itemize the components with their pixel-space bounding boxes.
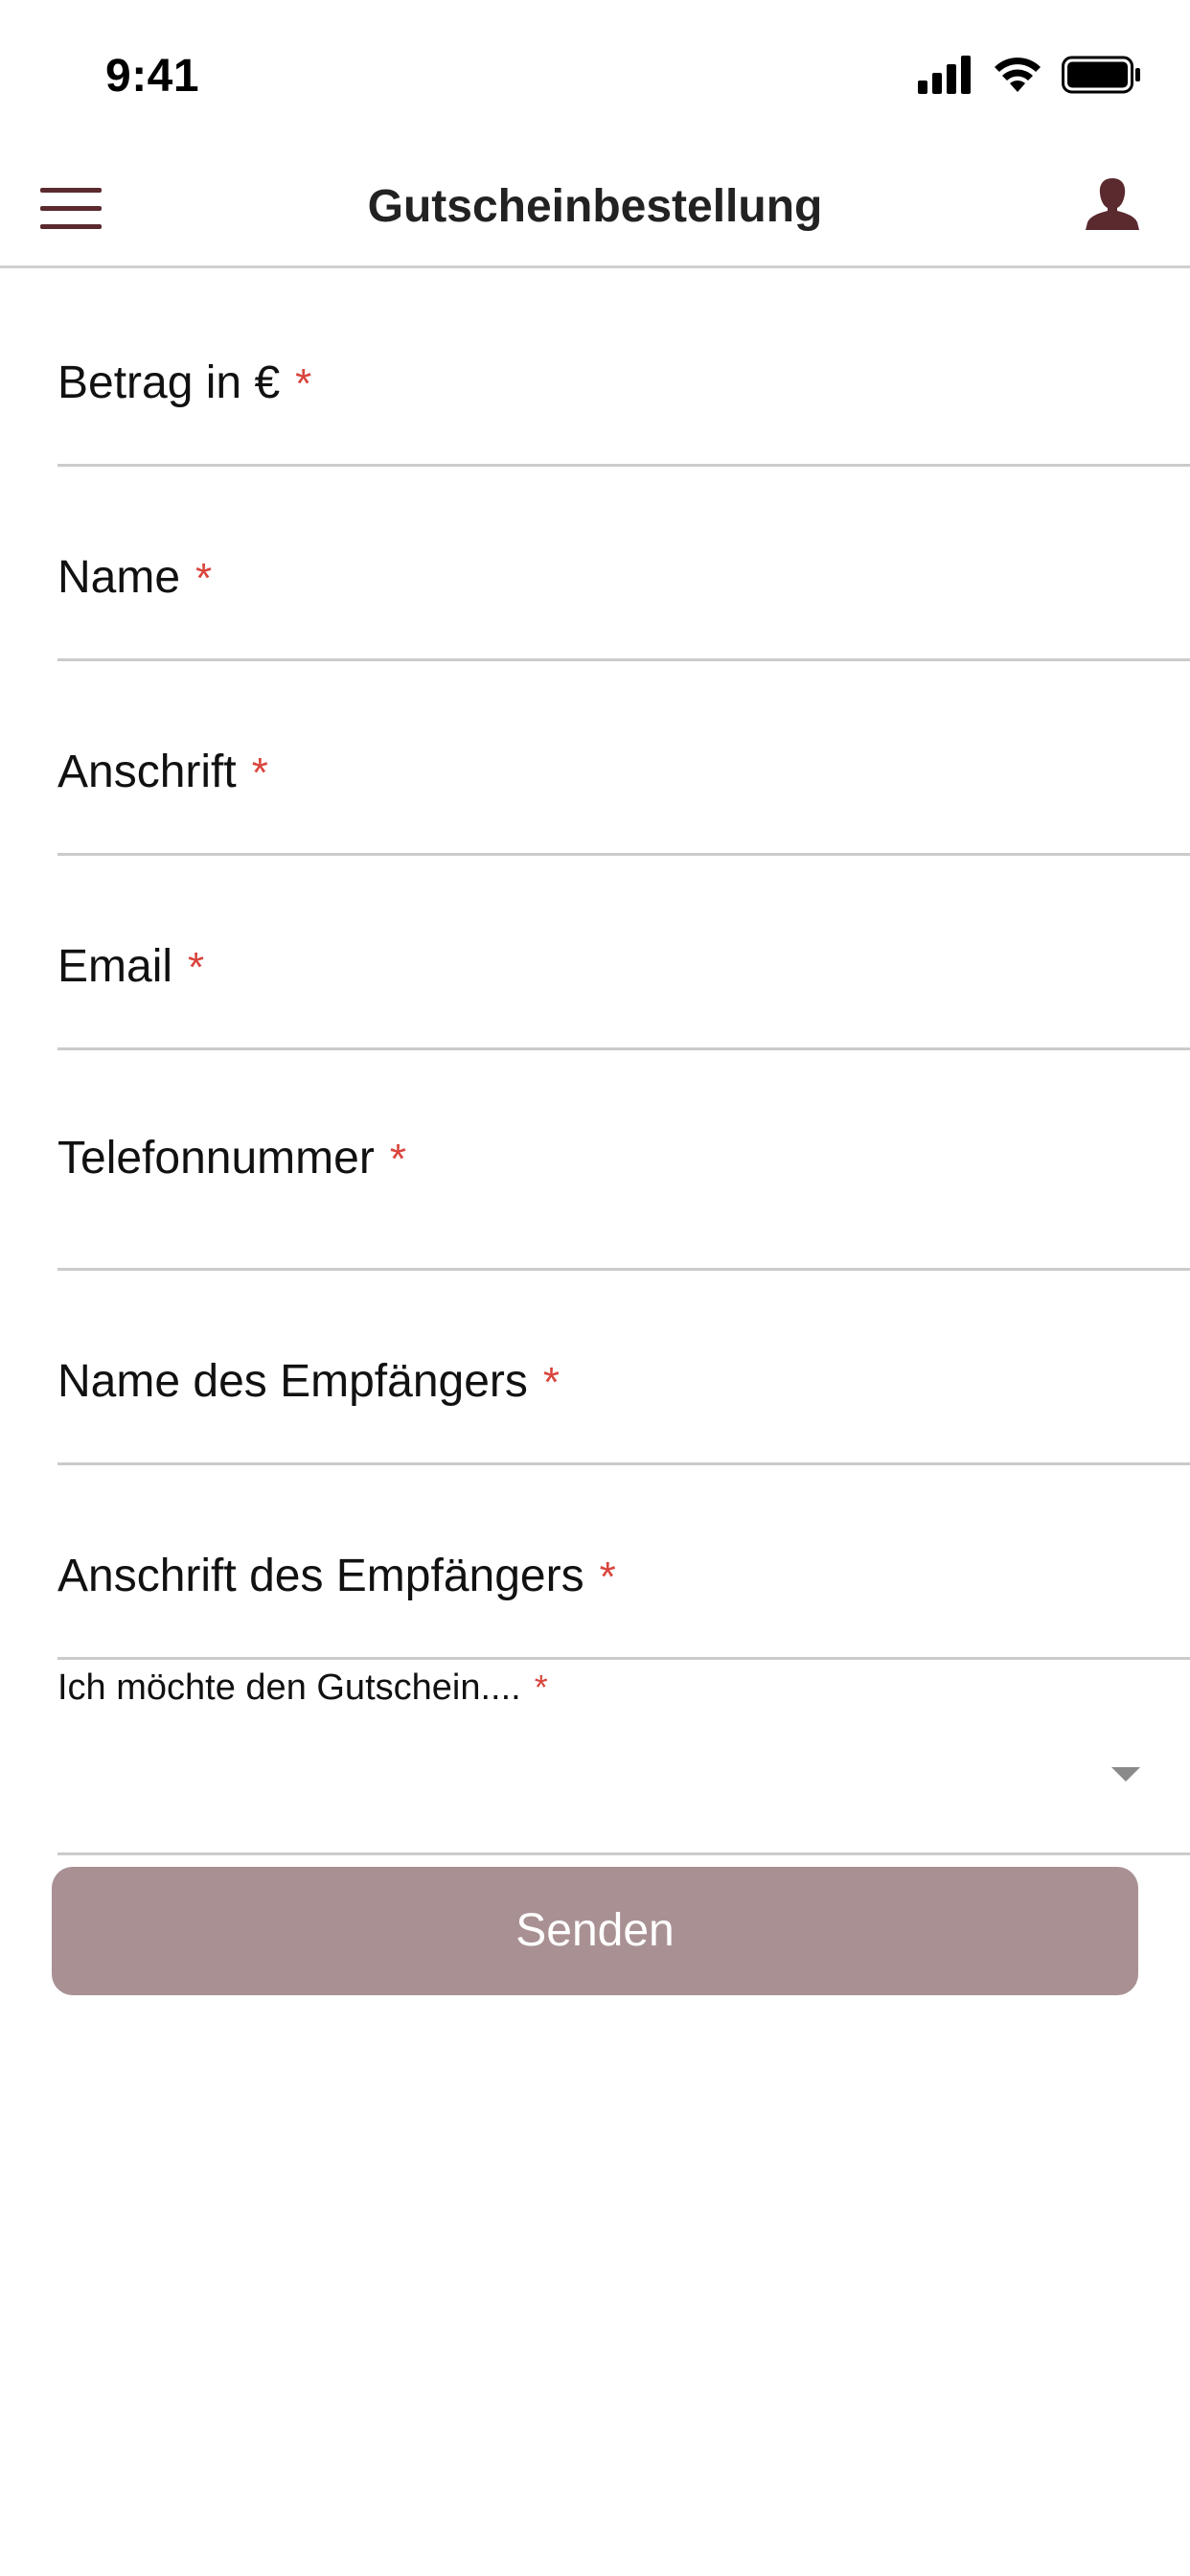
recipient-address-label: Anschrift des Empfängers * xyxy=(57,1551,616,1601)
user-silhouette-icon[interactable] xyxy=(1083,174,1142,234)
voucher-delivery-select[interactable]: Ich möchte den Gutschein.... * xyxy=(57,1660,1190,1855)
cellular-signal-icon xyxy=(918,56,971,94)
recipient-name-label: Name des Empfängers * xyxy=(57,1356,561,1407)
name-label: Name * xyxy=(57,552,213,603)
chevron-down-icon[interactable] xyxy=(1111,1767,1140,1782)
status-icons xyxy=(918,56,1142,94)
address-label: Anschrift * xyxy=(57,747,268,797)
wifi-icon xyxy=(995,58,1041,92)
email-label: Email * xyxy=(57,941,205,992)
recipient-address-field[interactable]: Anschrift des Empfängers * xyxy=(57,1465,1190,1660)
recipient-name-field[interactable]: Name des Empfängers * xyxy=(57,1271,1190,1465)
battery-icon xyxy=(1062,56,1140,94)
name-field[interactable]: Name * xyxy=(57,467,1190,661)
voucher-delivery-label: Ich möchte den Gutschein.... * xyxy=(57,1668,548,1708)
status-bar: 9:41 xyxy=(0,0,1190,144)
phone-field[interactable]: Telefonnummer * xyxy=(57,1050,1190,1271)
address-field[interactable]: Anschrift * xyxy=(57,661,1190,856)
email-field[interactable]: Email * xyxy=(57,856,1190,1050)
amount-field[interactable]: Betrag in € * xyxy=(57,270,1190,467)
page-title: Gutscheinbestellung xyxy=(367,181,823,232)
status-time: 9:41 xyxy=(105,51,200,102)
submit-button[interactable]: Senden xyxy=(52,1867,1138,1995)
amount-label: Betrag in € * xyxy=(57,357,312,408)
phone-label: Telefonnummer * xyxy=(57,1133,406,1184)
navigation-bar: Gutscheinbestellung xyxy=(0,144,1190,268)
